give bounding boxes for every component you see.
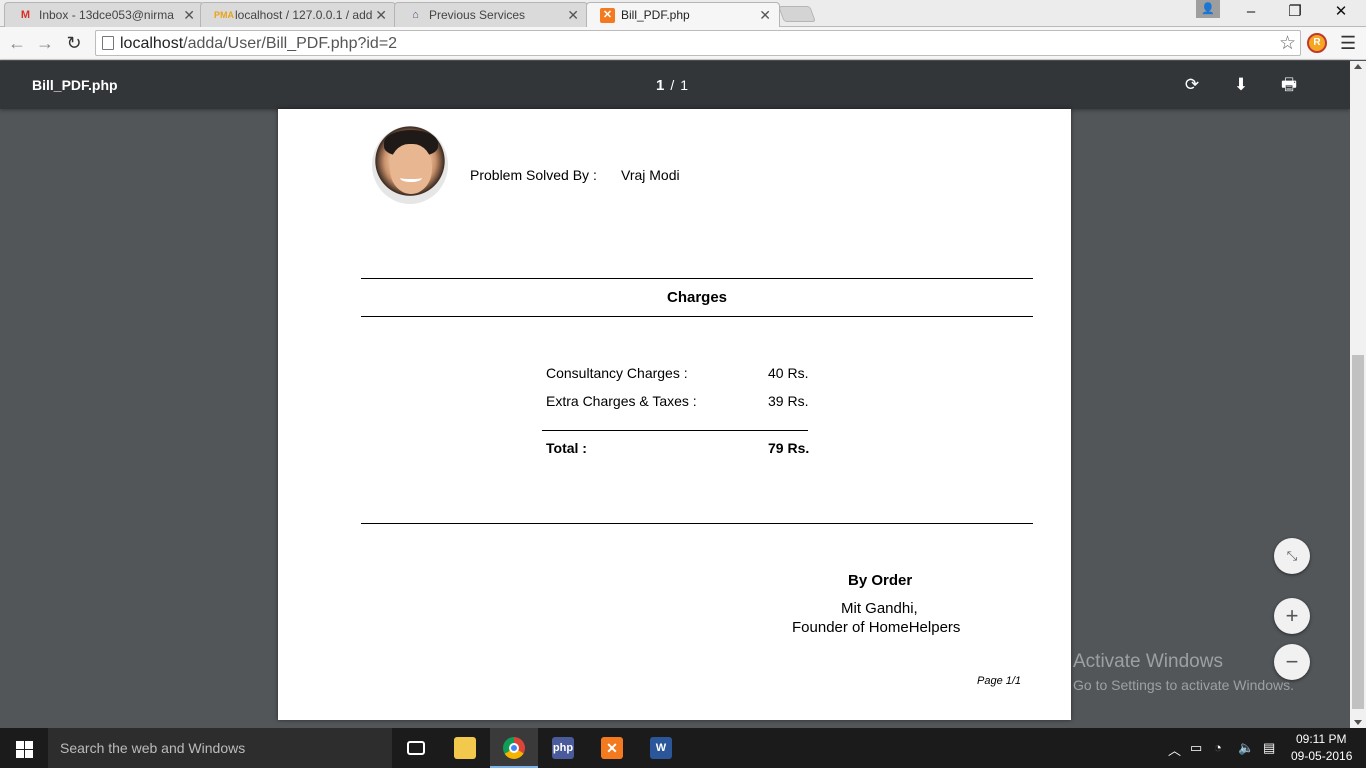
- fit-page-button[interactable]: ⤡: [1274, 538, 1310, 574]
- current-page-input[interactable]: 1: [656, 77, 664, 94]
- scroll-down-icon[interactable]: [1354, 720, 1362, 725]
- wifi-icon[interactable]: ◔: [1214, 740, 1222, 755]
- print-icon[interactable]: 🖶: [1278, 74, 1300, 96]
- tab-bill-pdf[interactable]: ✕ Bill_PDF.php ✕: [586, 2, 780, 28]
- total-pages: 1: [680, 77, 689, 93]
- forward-icon[interactable]: →: [34, 32, 56, 54]
- close-window-button[interactable]: ✕: [1318, 0, 1364, 24]
- address-url[interactable]: localhost/adda/User/Bill_PDF.php?id=2: [120, 35, 397, 53]
- scrollbar-thumb[interactable]: [1352, 355, 1364, 709]
- zoom-out-button[interactable]: −: [1274, 644, 1310, 680]
- divider: [361, 278, 1033, 279]
- word-icon[interactable]: W: [637, 728, 685, 768]
- new-tab-button[interactable]: [778, 6, 816, 22]
- chevron-up-icon[interactable]: ︿: [1168, 740, 1181, 759]
- signatory-role: Founder of HomeHelpers: [792, 619, 961, 636]
- scroll-up-icon[interactable]: [1354, 64, 1362, 69]
- chrome-icon[interactable]: [490, 728, 538, 768]
- profile-icon[interactable]: 👤: [1196, 0, 1220, 18]
- activation-watermark-title: Activate Windows: [1073, 651, 1223, 672]
- charge-label: Consultancy Charges :: [546, 365, 688, 381]
- total-value: 79 Rs.: [768, 440, 810, 456]
- activation-watermark-text: Go to Settings to activate Windows.: [1073, 677, 1294, 693]
- xampp-icon[interactable]: ✕: [588, 728, 636, 768]
- tab-previous-services[interactable]: ⌂ Previous Services ✕: [394, 2, 588, 27]
- divider: [361, 523, 1033, 524]
- minimize-button[interactable]: –: [1228, 0, 1274, 24]
- taskbar-search-input[interactable]: Search the web and Windows: [48, 728, 392, 768]
- taskbar: Search the web and Windows php ✕ W ︿ ▭ ◔…: [0, 728, 1366, 768]
- restore-button[interactable]: ❐: [1272, 0, 1318, 24]
- signatory-name: Mit Gandhi,: [841, 600, 918, 617]
- avatar: [372, 126, 448, 204]
- charge-label: Extra Charges & Taxes :: [546, 393, 697, 409]
- pdf-toolbar: Bill_PDF.php 1/1 ⟳ ⬇ 🖶: [0, 61, 1350, 109]
- clock-date[interactable]: 09-05-2016: [1291, 749, 1352, 763]
- chrome-menu-icon[interactable]: ☰: [1340, 33, 1356, 54]
- zoom-in-button[interactable]: +: [1274, 598, 1310, 634]
- php-designer-icon[interactable]: php: [539, 728, 587, 768]
- close-icon[interactable]: ✕: [759, 7, 771, 24]
- close-icon[interactable]: ✕: [567, 7, 579, 24]
- tab-title: Inbox - 13dce053@nirma: [39, 8, 174, 22]
- clock-time[interactable]: 09:11 PM: [1296, 732, 1346, 746]
- task-view-icon[interactable]: [392, 728, 440, 768]
- page-footer: Page 1/1: [977, 675, 1022, 687]
- battery-icon[interactable]: ▭: [1190, 740, 1202, 756]
- page-indicator: 1/1: [656, 77, 689, 94]
- xampp-icon: ✕: [600, 8, 615, 23]
- extension-icon[interactable]: R: [1307, 33, 1327, 53]
- pdf-page: Problem Solved By : Vraj Modi Charges Co…: [278, 109, 1071, 720]
- close-icon[interactable]: ✕: [375, 7, 387, 24]
- tab-gmail[interactable]: M Inbox - 13dce053@nirma ✕: [4, 2, 204, 27]
- scrollbar[interactable]: [1350, 61, 1366, 728]
- download-icon[interactable]: ⬇: [1230, 74, 1252, 96]
- windows-start-icon[interactable]: [0, 728, 48, 768]
- browser-toolbar: ← → ↻ localhost/adda/User/Bill_PDF.php?i…: [0, 27, 1366, 60]
- tab-strip: M Inbox - 13dce053@nirma ✕ PMA localhost…: [0, 0, 1366, 28]
- tab-title: Bill_PDF.php: [621, 8, 690, 22]
- rotate-icon[interactable]: ⟳: [1181, 74, 1203, 96]
- tab-phpmyadmin[interactable]: PMA localhost / 127.0.0.1 / add ✕: [200, 2, 396, 27]
- volume-icon[interactable]: 🔈: [1238, 740, 1254, 756]
- charges-heading: Charges: [666, 289, 728, 306]
- solved-by-label: Problem Solved By :: [470, 167, 597, 183]
- close-icon[interactable]: ✕: [183, 7, 195, 24]
- reload-icon[interactable]: ↻: [63, 32, 85, 54]
- bookmark-star-icon[interactable]: ☆: [1279, 32, 1296, 55]
- solved-by-name: Vraj Modi: [621, 167, 680, 183]
- house-icon: ⌂: [412, 9, 419, 21]
- tab-title: Previous Services: [429, 8, 526, 22]
- address-bar[interactable]: localhost/adda/User/Bill_PDF.php?id=2 ☆: [95, 30, 1301, 56]
- tab-title: localhost / 127.0.0.1 / add: [235, 8, 373, 22]
- charge-value: 40 Rs.: [768, 365, 809, 381]
- back-icon[interactable]: ←: [6, 32, 28, 54]
- total-label: Total :: [546, 440, 587, 456]
- gmail-icon: M: [20, 9, 31, 21]
- pdf-title: Bill_PDF.php: [32, 77, 118, 93]
- total-divider: [542, 430, 808, 431]
- page-icon: [102, 36, 114, 50]
- notifications-icon[interactable]: ▤: [1263, 740, 1275, 756]
- phpmyadmin-icon: PMA: [214, 10, 234, 20]
- by-order-heading: By Order: [848, 572, 913, 589]
- divider: [361, 316, 1033, 317]
- charge-value: 39 Rs.: [768, 393, 809, 409]
- file-explorer-icon[interactable]: [441, 728, 489, 768]
